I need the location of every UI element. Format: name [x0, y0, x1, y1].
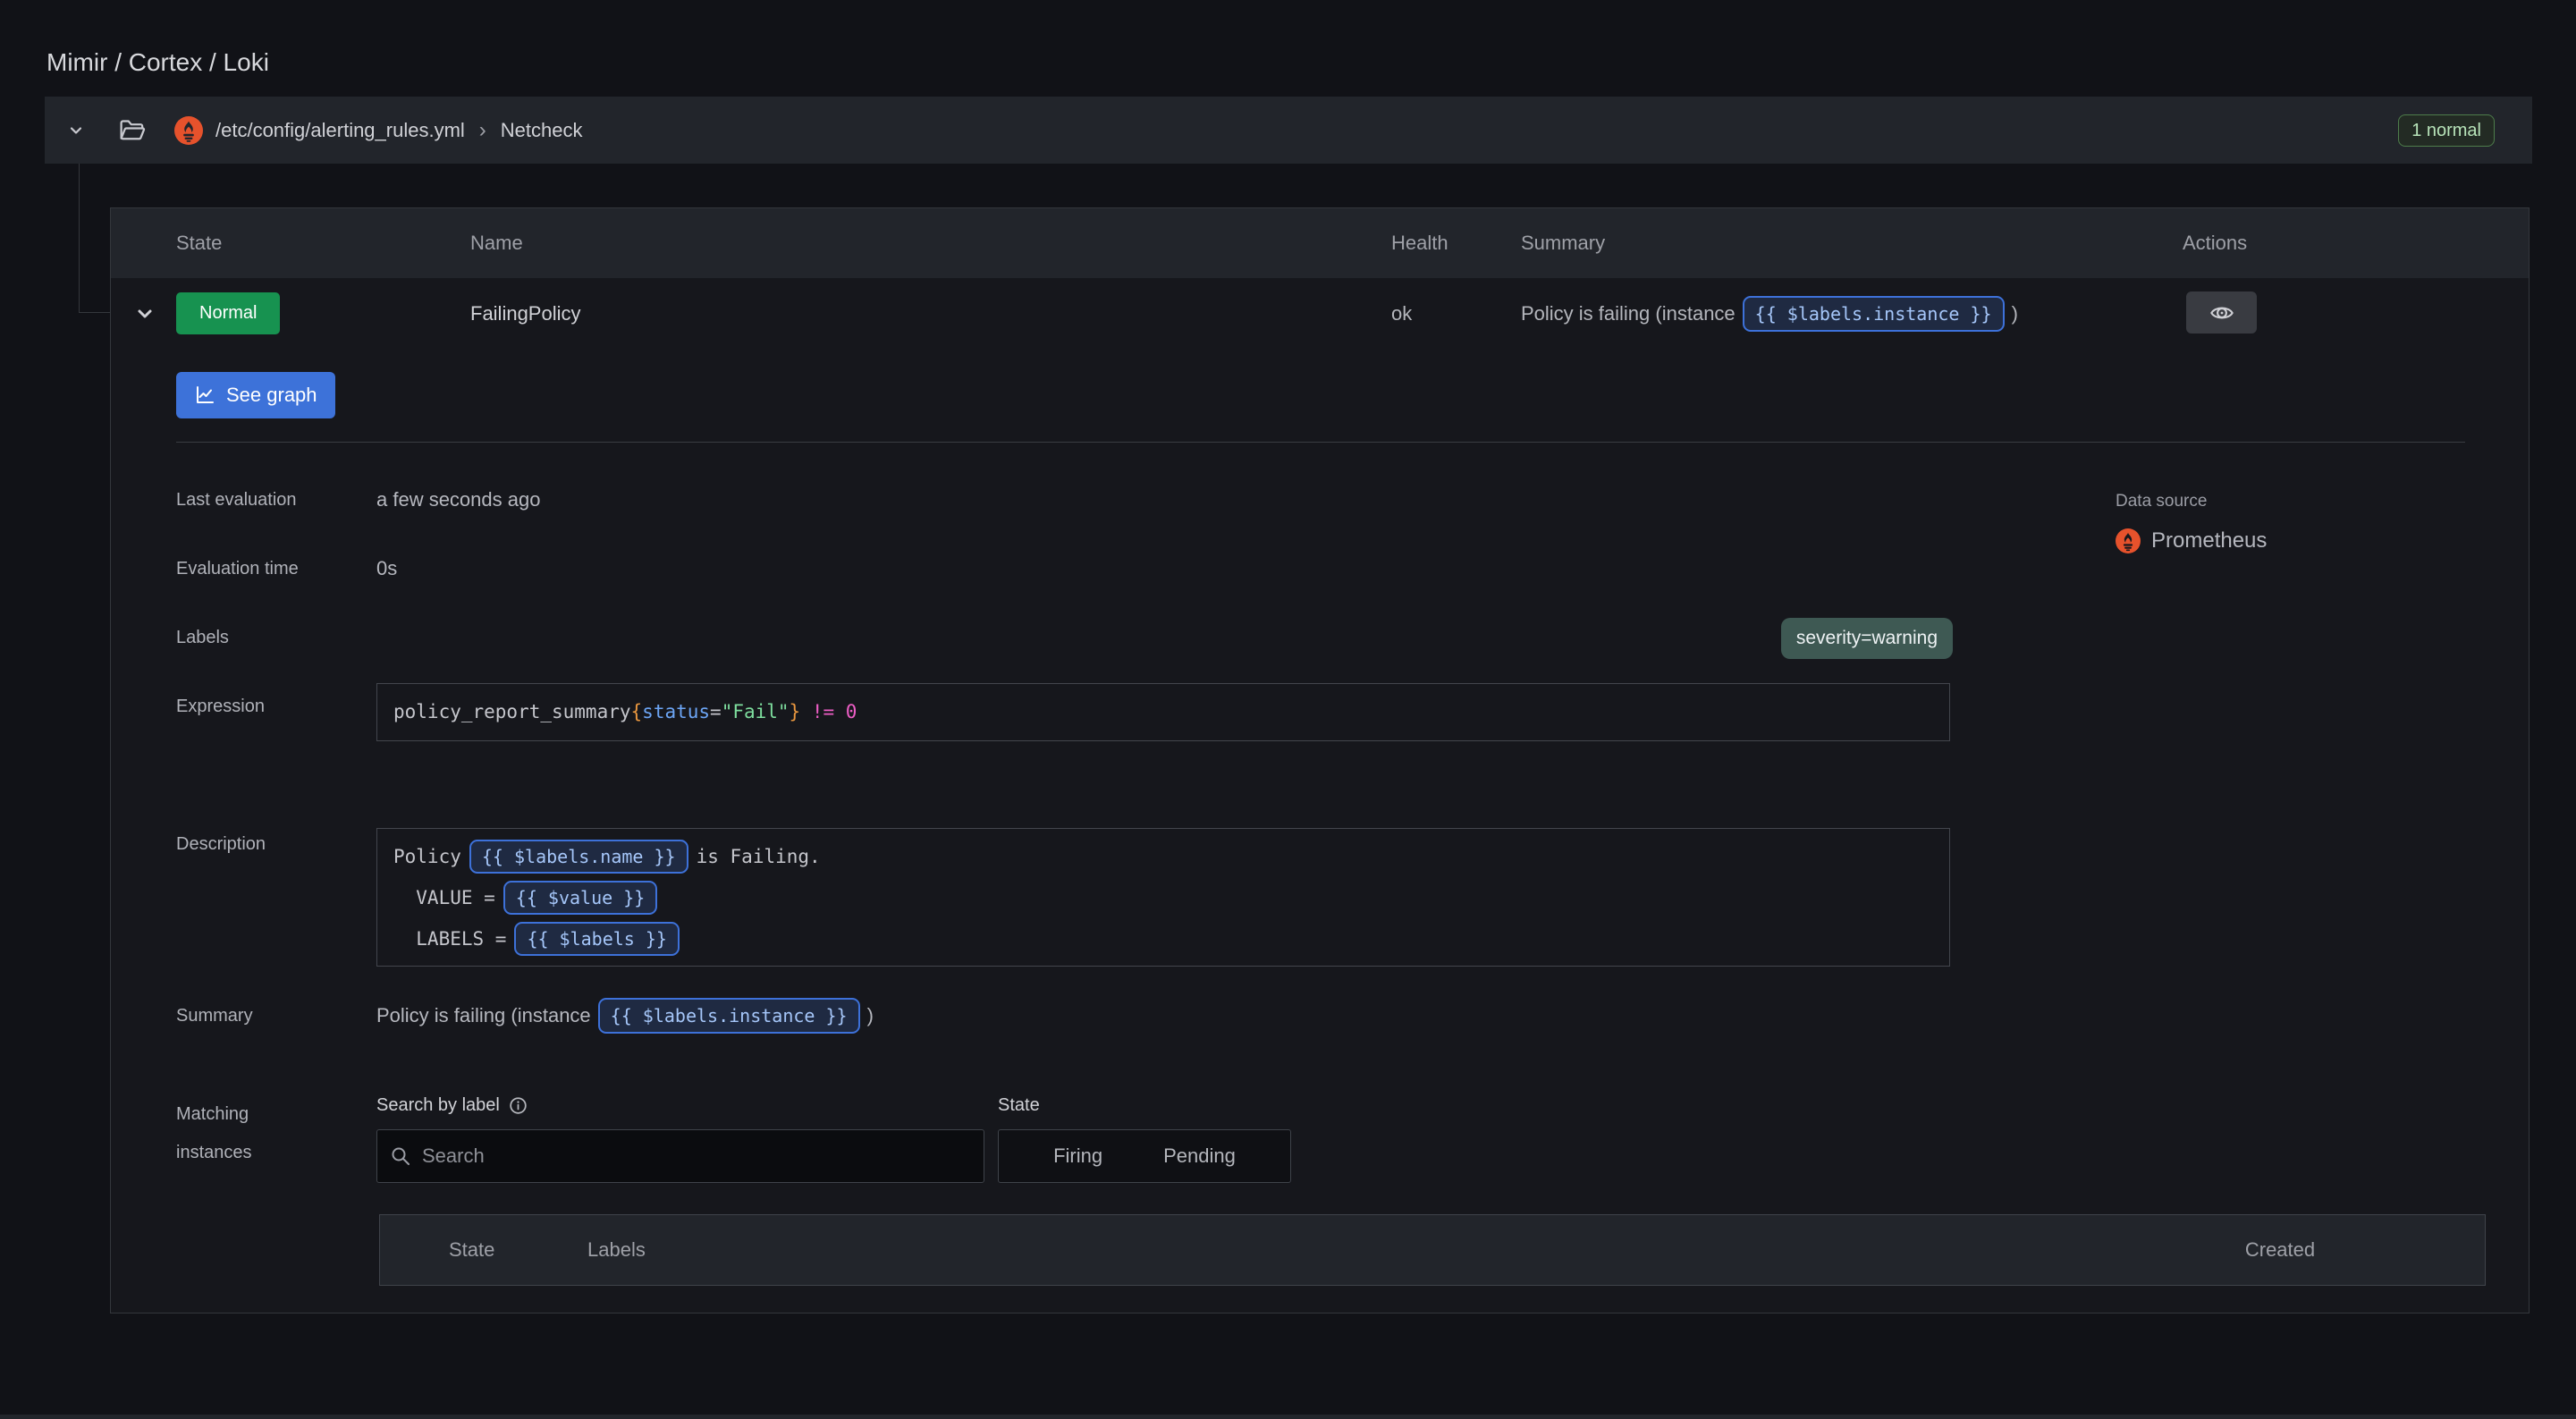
description-text: is Failing. — [697, 846, 821, 867]
labels-label: Labels — [176, 628, 229, 648]
search-icon — [390, 1145, 411, 1167]
evaluation-time-label: Evaluation time — [176, 559, 299, 579]
datasource-row: Prometheus — [2116, 528, 2267, 553]
summary-text: Policy is failing (instance — [376, 1004, 591, 1027]
next-group-edge — [0, 1415, 2576, 1419]
rule-summary-suffix: ) — [2012, 302, 2018, 325]
rules-panel: State Name Health Summary Actions Normal… — [110, 207, 2530, 1313]
expression-brace-open: { — [631, 701, 643, 722]
folder-icon — [119, 119, 146, 142]
view-rule-button[interactable] — [2186, 291, 2257, 334]
description-line: LABELS = {{ $labels }} — [393, 918, 1933, 959]
column-header-health: Health — [1391, 208, 1448, 278]
template-pill: {{ $labels.instance }} — [598, 998, 860, 1034]
severity-label-badge: severity=warning — [1781, 618, 1953, 659]
expression-brace-close: } — [790, 701, 801, 722]
description-text: VALUE = — [393, 887, 495, 908]
rule-summary: Policy is failing (instance {{ $labels.i… — [1521, 278, 2018, 350]
description-text: Policy — [393, 846, 461, 867]
description-box: Policy {{ $labels.name }} is Failing. VA… — [376, 828, 1950, 967]
column-header-actions: Actions — [2183, 208, 2247, 278]
matching-instances-label: Matching instances — [176, 1095, 292, 1172]
prometheus-icon — [2116, 528, 2141, 553]
state-filter-label: State — [998, 1095, 1040, 1116]
breadcrumb-separator-icon: › — [479, 118, 486, 143]
group-file-path: /etc/config/alerting_rules.yml — [215, 119, 465, 142]
rule-group-header[interactable]: /etc/config/alerting_rules.yml › Netchec… — [45, 97, 2532, 164]
template-pill: {{ $labels.instance }} — [1743, 296, 2005, 332]
search-input-wrapper — [376, 1129, 984, 1183]
expression-metric: policy_report_summary — [393, 701, 631, 722]
state-filter-pending[interactable]: Pending — [1133, 1130, 1266, 1182]
summary-value: Policy is failing (instance {{ $labels.i… — [376, 995, 874, 1036]
expression-equals: = — [710, 701, 722, 722]
datasource-name: Prometheus — [2151, 528, 2267, 553]
state-filter-group: Firing Pending — [998, 1129, 1291, 1183]
instances-column-labels: Labels — [587, 1215, 646, 1285]
eye-icon — [2209, 300, 2234, 325]
search-by-label-row: Search by label — [376, 1095, 528, 1116]
instances-column-state: State — [449, 1215, 494, 1285]
see-graph-label: See graph — [226, 384, 317, 407]
page-title: Mimir / Cortex / Loki — [46, 46, 269, 79]
last-evaluation-label: Last evaluation — [176, 490, 297, 511]
rule-row: Normal FailingPolicy ok Policy is failin… — [111, 278, 2529, 350]
see-graph-button[interactable]: See graph — [176, 372, 335, 418]
summary-label: Summary — [176, 1006, 253, 1026]
template-pill: {{ $value }} — [503, 881, 658, 915]
expression-label-name: status — [642, 701, 710, 722]
datasource-label: Data source — [2116, 492, 2207, 511]
column-header-summary: Summary — [1521, 208, 1605, 278]
description-text: LABELS = — [393, 928, 506, 950]
rule-name: FailingPolicy — [470, 278, 581, 350]
last-evaluation-value: a few seconds ago — [376, 488, 540, 511]
group-name: Netcheck — [501, 119, 583, 142]
instances-table-header: State Labels Created — [379, 1214, 2486, 1286]
expression-comparison: != 0 — [800, 701, 857, 722]
rules-table-header: State Name Health Summary Actions — [111, 208, 2529, 278]
rule-summary-text: Policy is failing (instance — [1521, 302, 1736, 325]
chart-line-icon — [194, 384, 215, 406]
column-header-name: Name — [470, 208, 523, 278]
search-input[interactable] — [422, 1144, 971, 1168]
instances-column-created: Created — [2245, 1215, 2315, 1285]
collapse-row-chevron-icon[interactable] — [134, 303, 156, 325]
state-filter-firing[interactable]: Firing — [1023, 1130, 1133, 1182]
expression-label: Expression — [176, 697, 265, 717]
group-status-badge: 1 normal — [2398, 114, 2495, 147]
divider — [176, 442, 2465, 443]
description-label: Description — [176, 834, 266, 855]
search-by-label-label: Search by label — [376, 1095, 500, 1116]
rule-state-badge: Normal — [176, 292, 280, 334]
prometheus-icon — [174, 116, 203, 145]
group-tree-connector — [79, 164, 110, 313]
info-icon[interactable] — [509, 1096, 528, 1115]
evaluation-time-value: 0s — [376, 557, 397, 580]
template-pill: {{ $labels.name }} — [469, 840, 688, 874]
description-line: Policy {{ $labels.name }} is Failing. — [393, 836, 1933, 877]
expression-string: "Fail" — [722, 701, 790, 722]
description-line: VALUE = {{ $value }} — [393, 877, 1933, 918]
template-pill: {{ $labels }} — [514, 922, 680, 956]
column-header-state: State — [176, 208, 222, 278]
rule-health: ok — [1391, 278, 1412, 350]
chevron-down-icon[interactable] — [67, 122, 85, 139]
expression-box: policy_report_summary{status="Fail"} != … — [376, 683, 1950, 741]
summary-suffix: ) — [867, 1004, 874, 1027]
